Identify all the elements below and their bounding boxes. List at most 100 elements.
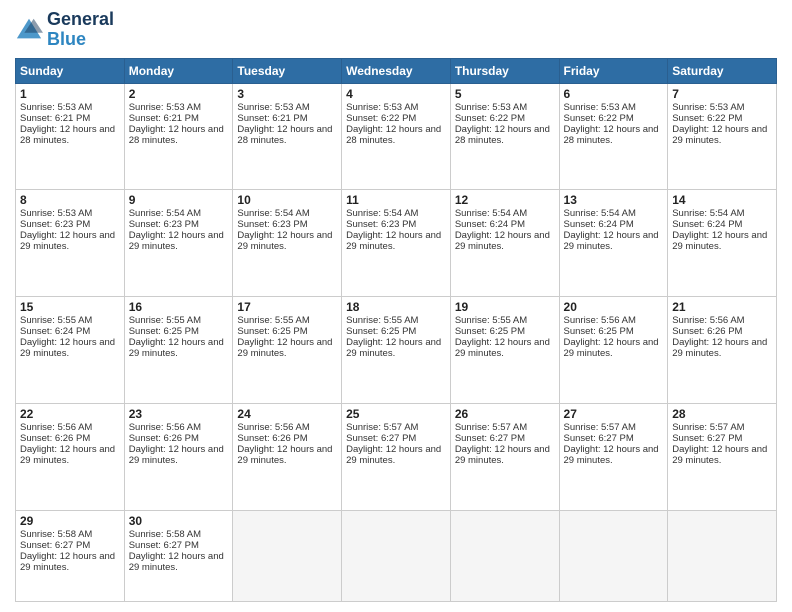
daylight-text: Daylight: 12 hours and 28 minutes. [237, 124, 337, 146]
sunset-text: Sunset: 6:22 PM [346, 113, 446, 124]
sunset-text: Sunset: 6:26 PM [129, 433, 229, 444]
calendar-cell: 29Sunrise: 5:58 AMSunset: 6:27 PMDayligh… [16, 510, 125, 601]
day-number: 10 [237, 193, 337, 207]
day-number: 30 [129, 514, 229, 528]
calendar-cell: 9Sunrise: 5:54 AMSunset: 6:23 PMDaylight… [124, 190, 233, 297]
calendar-cell: 3Sunrise: 5:53 AMSunset: 6:21 PMDaylight… [233, 83, 342, 190]
sunset-text: Sunset: 6:22 PM [564, 113, 664, 124]
daylight-text: Daylight: 12 hours and 29 minutes. [672, 124, 772, 146]
sunset-text: Sunset: 6:25 PM [564, 326, 664, 337]
day-number: 13 [564, 193, 664, 207]
daylight-text: Daylight: 12 hours and 28 minutes. [129, 124, 229, 146]
calendar-cell: 4Sunrise: 5:53 AMSunset: 6:22 PMDaylight… [342, 83, 451, 190]
sunrise-text: Sunrise: 5:56 AM [564, 315, 664, 326]
calendar-cell [233, 510, 342, 601]
calendar-cell: 17Sunrise: 5:55 AMSunset: 6:25 PMDayligh… [233, 297, 342, 404]
sunrise-text: Sunrise: 5:55 AM [237, 315, 337, 326]
daylight-text: Daylight: 12 hours and 29 minutes. [129, 337, 229, 359]
header-cell-wednesday: Wednesday [342, 58, 451, 83]
sunrise-text: Sunrise: 5:53 AM [237, 102, 337, 113]
sunrise-text: Sunrise: 5:53 AM [672, 102, 772, 113]
calendar-cell: 16Sunrise: 5:55 AMSunset: 6:25 PMDayligh… [124, 297, 233, 404]
sunset-text: Sunset: 6:27 PM [20, 540, 120, 551]
day-number: 2 [129, 87, 229, 101]
calendar-cell [559, 510, 668, 601]
sunset-text: Sunset: 6:27 PM [455, 433, 555, 444]
calendar-cell: 19Sunrise: 5:55 AMSunset: 6:25 PMDayligh… [450, 297, 559, 404]
sunset-text: Sunset: 6:21 PM [129, 113, 229, 124]
calendar-cell: 30Sunrise: 5:58 AMSunset: 6:27 PMDayligh… [124, 510, 233, 601]
sunset-text: Sunset: 6:24 PM [672, 219, 772, 230]
sunrise-text: Sunrise: 5:58 AM [20, 529, 120, 540]
day-number: 22 [20, 407, 120, 421]
sunset-text: Sunset: 6:21 PM [20, 113, 120, 124]
sunrise-text: Sunrise: 5:57 AM [455, 422, 555, 433]
calendar-cell [668, 510, 777, 601]
header: General Blue [15, 10, 777, 50]
logo-icon [15, 16, 43, 44]
sunrise-text: Sunrise: 5:54 AM [346, 208, 446, 219]
day-number: 16 [129, 300, 229, 314]
day-number: 26 [455, 407, 555, 421]
sunset-text: Sunset: 6:23 PM [20, 219, 120, 230]
day-number: 20 [564, 300, 664, 314]
day-number: 1 [20, 87, 120, 101]
sunrise-text: Sunrise: 5:53 AM [20, 102, 120, 113]
sunrise-text: Sunrise: 5:57 AM [346, 422, 446, 433]
sunrise-text: Sunrise: 5:54 AM [672, 208, 772, 219]
sunrise-text: Sunrise: 5:53 AM [20, 208, 120, 219]
sunrise-text: Sunrise: 5:53 AM [346, 102, 446, 113]
sunset-text: Sunset: 6:24 PM [20, 326, 120, 337]
calendar-cell: 11Sunrise: 5:54 AMSunset: 6:23 PMDayligh… [342, 190, 451, 297]
daylight-text: Daylight: 12 hours and 29 minutes. [455, 337, 555, 359]
sunrise-text: Sunrise: 5:53 AM [455, 102, 555, 113]
sunset-text: Sunset: 6:24 PM [455, 219, 555, 230]
calendar-cell: 21Sunrise: 5:56 AMSunset: 6:26 PMDayligh… [668, 297, 777, 404]
daylight-text: Daylight: 12 hours and 29 minutes. [455, 444, 555, 466]
sunrise-text: Sunrise: 5:53 AM [129, 102, 229, 113]
calendar-cell: 27Sunrise: 5:57 AMSunset: 6:27 PMDayligh… [559, 403, 668, 510]
daylight-text: Daylight: 12 hours and 29 minutes. [20, 230, 120, 252]
sunset-text: Sunset: 6:23 PM [237, 219, 337, 230]
day-number: 14 [672, 193, 772, 207]
calendar-body: 1Sunrise: 5:53 AMSunset: 6:21 PMDaylight… [16, 83, 777, 601]
calendar-cell: 8Sunrise: 5:53 AMSunset: 6:23 PMDaylight… [16, 190, 125, 297]
sunset-text: Sunset: 6:25 PM [237, 326, 337, 337]
calendar-cell: 26Sunrise: 5:57 AMSunset: 6:27 PMDayligh… [450, 403, 559, 510]
sunset-text: Sunset: 6:27 PM [564, 433, 664, 444]
sunrise-text: Sunrise: 5:55 AM [129, 315, 229, 326]
sunset-text: Sunset: 6:25 PM [129, 326, 229, 337]
header-cell-saturday: Saturday [668, 58, 777, 83]
sunset-text: Sunset: 6:22 PM [672, 113, 772, 124]
calendar-week-row: 22Sunrise: 5:56 AM Sunset: 6:26 PM Dayligh… [16, 403, 777, 510]
day-number: 9 [129, 193, 229, 207]
sunrise-text: Sunrise: 5:56 AM [20, 422, 120, 433]
sunset-text: Sunset: 6:21 PM [237, 113, 337, 124]
sunrise-text: Sunrise: 5:55 AM [455, 315, 555, 326]
sunset-text: Sunset: 6:23 PM [346, 219, 446, 230]
calendar-cell: 24Sunrise: 5:56 AMSunset: 6:26 PMDayligh… [233, 403, 342, 510]
calendar-week-row: 29Sunrise: 5:58 AMSunset: 6:27 PMDayligh… [16, 510, 777, 601]
calendar-cell: 5Sunrise: 5:53 AMSunset: 6:22 PMDaylight… [450, 83, 559, 190]
header-cell-friday: Friday [559, 58, 668, 83]
daylight-text: Daylight: 12 hours and 28 minutes. [20, 124, 120, 146]
calendar-cell: 15Sunrise: 5:55 AMSunset: 6:24 PMDayligh… [16, 297, 125, 404]
day-number: 5 [455, 87, 555, 101]
sunrise-text: Sunrise: 5:58 AM [129, 529, 229, 540]
day-number: 27 [564, 407, 664, 421]
daylight-text: Daylight: 12 hours and 29 minutes. [455, 230, 555, 252]
daylight-text: Daylight: 12 hours and 29 minutes. [20, 337, 120, 359]
calendar-cell: 6Sunrise: 5:53 AMSunset: 6:22 PMDaylight… [559, 83, 668, 190]
daylight-text: Daylight: 12 hours and 29 minutes. [672, 444, 772, 466]
day-number: 17 [237, 300, 337, 314]
day-number: 12 [455, 193, 555, 207]
header-cell-monday: Monday [124, 58, 233, 83]
daylight-text: Daylight: 12 hours and 28 minutes. [455, 124, 555, 146]
header-cell-tuesday: Tuesday [233, 58, 342, 83]
day-number: 3 [237, 87, 337, 101]
sunrise-text: Sunrise: 5:55 AM [20, 315, 120, 326]
calendar-cell: 28Sunrise: 5:57 AMSunset: 6:27 PMDayligh… [668, 403, 777, 510]
day-number: 11 [346, 193, 446, 207]
sunset-text: Sunset: 6:25 PM [346, 326, 446, 337]
calendar-cell: 25Sunrise: 5:57 AMSunset: 6:27 PMDayligh… [342, 403, 451, 510]
